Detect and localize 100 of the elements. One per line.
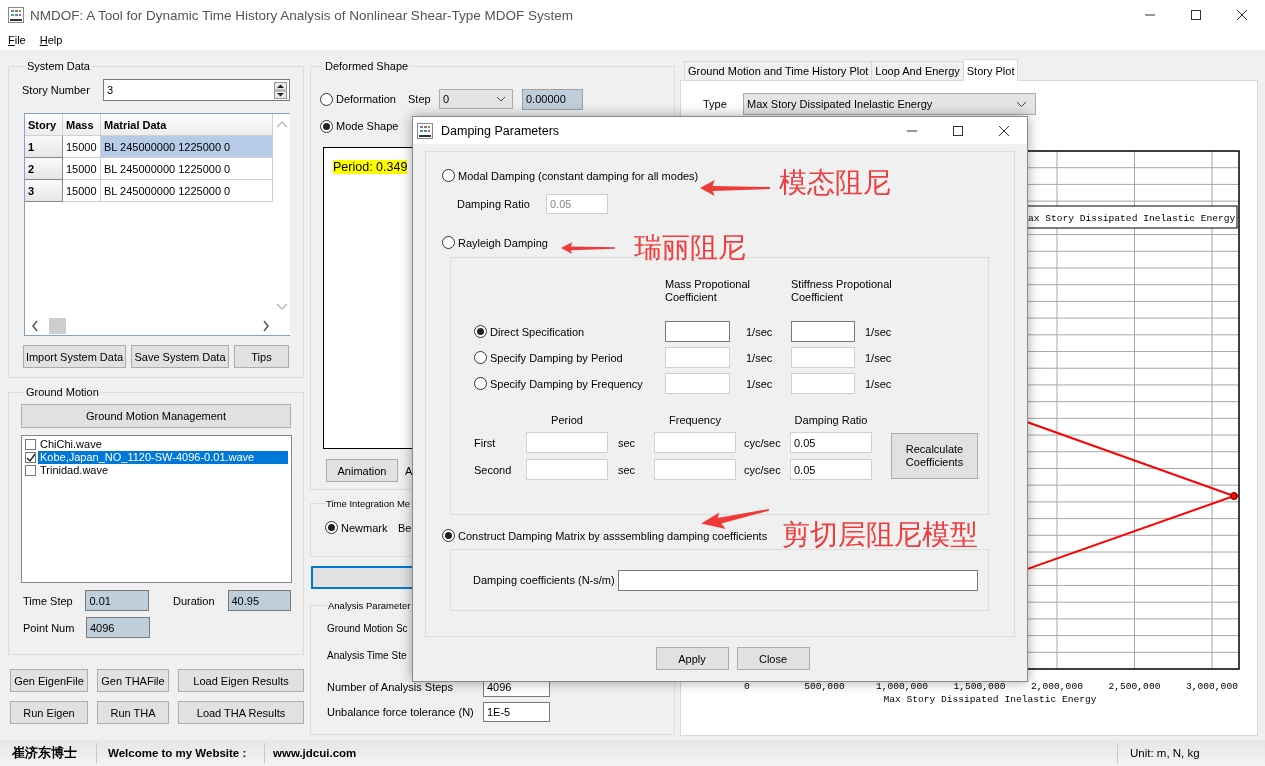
annotation-text: 剪切层阻尼模型	[782, 518, 978, 552]
damping-ratio-field[interactable]: 0.05	[790, 432, 872, 453]
row-header[interactable]: 1	[25, 136, 63, 158]
radio-option[interactable]: Modal Damping (constant damping for all modes)	[442, 169, 699, 182]
radio-option[interactable]: Direct Specification	[474, 325, 585, 338]
period-field[interactable]	[526, 432, 608, 453]
dialog-button[interactable]: Apply	[655, 647, 729, 670]
radio-button[interactable]	[442, 529, 455, 542]
group-title: Time Integration Me	[325, 498, 412, 509]
group-title: System Data	[26, 60, 91, 72]
list-item[interactable]: ChiChi.wave	[38, 438, 288, 451]
damping-ratio-field[interactable]: 0.05	[790, 459, 872, 480]
maximize-icon	[1191, 10, 1201, 20]
type-dropdown[interactable]: Max Story Dissipated Inelastic Energy	[743, 93, 1036, 115]
period-field[interactable]	[526, 459, 608, 480]
radio-button[interactable]	[442, 169, 455, 182]
recalculate-button[interactable]: Recalculate Coefficients	[891, 433, 978, 479]
radio-button[interactable]	[320, 92, 333, 106]
coefficient-field[interactable]	[791, 321, 855, 342]
annotation-text: 模态阻尼	[779, 166, 891, 200]
option-label: Be	[398, 521, 412, 534]
row-header[interactable]: 2	[25, 158, 63, 180]
radio-option[interactable]: Specify Damping by Period	[474, 351, 623, 364]
parameter-field[interactable]: 1E-5	[483, 702, 550, 722]
radio-button[interactable]	[320, 119, 333, 133]
ground-motion-management-button[interactable]: Ground Motion Management	[21, 404, 291, 428]
list-item[interactable]: Trinidad.wave	[38, 464, 288, 477]
field-label: Ground Motion Sc	[327, 623, 409, 634]
group-title: Ground Motion	[25, 386, 100, 398]
radio-option[interactable]: Specify Damping by Frequency	[474, 377, 643, 390]
field-label: Point Num	[22, 621, 76, 634]
radio-button[interactable]	[442, 236, 455, 249]
frequency-field[interactable]	[654, 459, 736, 480]
list-item[interactable]: Kobe,Japan_NO_1120-SW-4096-0.01.wave	[38, 451, 288, 464]
field-label: Time Step	[22, 594, 74, 607]
field-label: Duration	[171, 594, 216, 607]
spin-icon	[274, 81, 287, 99]
tick-label: 500,000	[804, 681, 845, 692]
field-label: Analysis Time Ste	[327, 650, 408, 661]
column-header: Stiffness Propotional Coefficient	[791, 278, 893, 304]
radio-button[interactable]	[474, 325, 487, 338]
column-header: Mass	[63, 114, 101, 136]
field-label: Step	[408, 93, 432, 105]
action-button[interactable]: Run THA	[97, 701, 169, 724]
animation-button[interactable]: Animation	[326, 459, 398, 482]
tab[interactable]: Loop And Energy	[871, 61, 964, 80]
radio-option[interactable]: Construct Damping Matrix by asssembling damping coefficients	[442, 529, 768, 542]
row-label: Second	[474, 463, 513, 476]
row-header[interactable]: 3	[25, 180, 63, 202]
radio-option[interactable]: Rayleigh Damping	[442, 236, 548, 249]
menu-item[interactable]: Help	[39, 34, 63, 46]
app-icon	[417, 122, 433, 139]
radio-option[interactable]: Deformation	[320, 92, 408, 106]
website-link[interactable]: www.jdcui.com	[265, 747, 1117, 759]
step-dropdown[interactable]: 0	[439, 89, 513, 109]
checkbox[interactable]	[25, 452, 36, 463]
damping-ratio-field[interactable]: 0.05	[546, 194, 608, 214]
step-value-field[interactable]: 0.00000	[522, 88, 583, 110]
radio-button[interactable]	[474, 351, 487, 364]
action-button[interactable]: Gen THAFile	[97, 669, 169, 692]
chevron-down-icon	[1016, 100, 1027, 108]
scroll-right-icon[interactable]	[262, 320, 270, 332]
point-num-field[interactable]: 4096	[86, 617, 150, 638]
frequency-field[interactable]	[654, 432, 736, 453]
annotation-arrow	[561, 242, 615, 254]
radio-option[interactable]: Newmark	[325, 521, 398, 534]
column-header: Damping Ratio	[793, 414, 869, 426]
chevron-down-icon	[496, 96, 506, 102]
damping-coefficients-field[interactable]	[618, 569, 978, 591]
checkbox[interactable]	[25, 439, 36, 450]
action-button[interactable]: Load Eigen Results	[178, 669, 304, 692]
panel-button[interactable]: Import System Data	[23, 345, 126, 368]
tab[interactable]: Story Plot	[962, 59, 1019, 81]
duration-field[interactable]: 40.95	[227, 590, 291, 611]
tab[interactable]: Ground Motion and Time History Plot	[684, 61, 873, 80]
status-text: Welcome to my Website :	[107, 747, 248, 759]
option-label: A	[405, 464, 413, 477]
scroll-left-icon[interactable]	[31, 320, 39, 332]
time-step-field[interactable]: 0.01	[85, 590, 149, 611]
coefficient-field[interactable]	[665, 321, 730, 342]
menu-item[interactable]: File	[8, 34, 26, 46]
unit-label: sec	[617, 463, 637, 476]
panel-button[interactable]: Tips	[234, 345, 289, 368]
annotation-text: 瑞丽阻尼	[634, 231, 746, 265]
action-button[interactable]: Gen EigenFile	[10, 669, 88, 692]
annotation-arrow	[700, 508, 770, 530]
radio-button[interactable]	[474, 377, 487, 390]
radio-button[interactable]	[325, 521, 338, 534]
tick-label: 2,000,000	[1031, 681, 1083, 692]
action-button[interactable]: Run Eigen	[10, 701, 88, 724]
scroll-thumb[interactable]	[49, 318, 66, 334]
checkbox[interactable]	[25, 465, 36, 476]
table-cell[interactable]: BL 245000000 1225000 0	[101, 136, 273, 158]
dialog-button[interactable]: Close	[736, 647, 810, 670]
tick-label: 1,000,000	[876, 681, 928, 692]
story-number-field[interactable]: 3	[103, 79, 290, 101]
action-button[interactable]: Load THA Results	[178, 701, 304, 724]
panel-button[interactable]: Save System Data	[131, 345, 229, 368]
radio-option[interactable]: Mode Shape	[320, 119, 408, 133]
column-header: Mass Propotional Coefficient	[665, 278, 751, 304]
